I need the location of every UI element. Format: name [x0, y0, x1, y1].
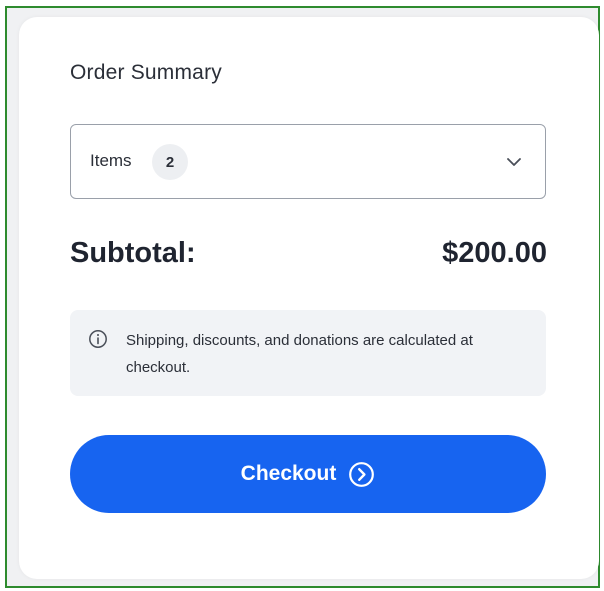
subtotal-value: $200.00 [442, 237, 547, 269]
order-summary-title: Order Summary [70, 61, 222, 84]
items-label: Items [90, 151, 132, 170]
arrow-right-circle-icon [349, 461, 375, 487]
items-dropdown[interactable]: Items 2 [70, 124, 546, 199]
checkout-button-label: Checkout [240, 462, 337, 485]
checkout-button[interactable]: Checkout [70, 435, 546, 513]
order-summary-card: Order Summary Items 2 Subtotal: $200.00 … [19, 17, 599, 579]
info-icon [89, 330, 107, 348]
notice-text: Shipping, discounts, and donations are c… [126, 332, 473, 376]
items-count-badge: 2 [152, 144, 188, 180]
checkout-notice: Shipping, discounts, and donations are c… [70, 310, 546, 396]
chevron-down-icon[interactable] [505, 153, 523, 171]
subtotal-label: Subtotal: [70, 237, 196, 269]
